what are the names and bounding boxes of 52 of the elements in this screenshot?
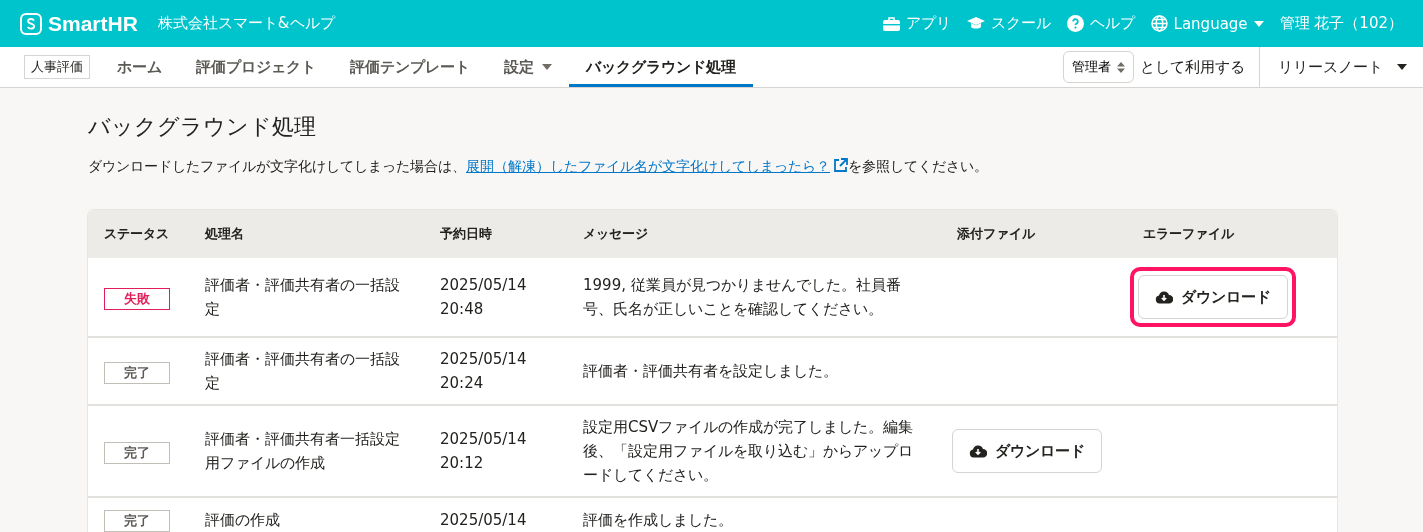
table-cell-text: 2025/05/14	[440, 429, 528, 450]
status-badge: 完了	[104, 510, 170, 532]
table-cell-text: 評価を作成しました。	[583, 509, 734, 531]
graduation-cap-icon	[966, 17, 985, 30]
table-cell-text: 1999, 従業員が見つかりませんでした。社員番号、氏名が正しいことを確認してください。	[583, 275, 902, 320]
download-button[interactable]: ダウンロード	[952, 429, 1102, 473]
company-name: 株式会社スマート&ヘルプ	[157, 14, 335, 33]
table-cell-text: 評価者・評価共有者の一括設定	[205, 275, 401, 320]
role-select[interactable]: 管理者	[1063, 51, 1134, 83]
table-cell-text: 評価者・評価共有者一括設定用ファイルの作成	[205, 429, 401, 474]
app-label: 人事評価	[24, 55, 90, 79]
column-header: 処理名	[205, 225, 245, 243]
column-header: メッセージ	[583, 225, 649, 243]
caret-icon	[1397, 64, 1407, 70]
table-cell-text: 20:12	[440, 453, 485, 474]
globe-icon	[1150, 15, 1168, 32]
table-cell-text: 評価者・評価共有者を設定しました。	[583, 361, 839, 382]
cloud-download-icon	[1155, 290, 1173, 304]
toolbox-icon	[882, 16, 900, 31]
help-icon	[1066, 15, 1084, 32]
table-cell-text: 評価の作成	[205, 509, 281, 531]
status-badge: 完了	[104, 361, 170, 384]
nav-tab[interactable]: 設定	[487, 47, 569, 87]
help-note: ダウンロードしたファイルが文字化けしてしまった場合は、展開（解凍）したファイル名が文字化けしてしまったら？ を参照してください。	[88, 158, 989, 176]
column-header: 添付ファイル	[957, 225, 1036, 243]
logo-text: SmartHR	[48, 11, 138, 36]
external-link-icon	[833, 158, 848, 173]
status-badge: 失敗	[104, 287, 170, 310]
nav-tab[interactable]: ホーム	[100, 47, 179, 87]
nav-tab[interactable]: 評価プロジェクト	[179, 47, 333, 87]
table-cell-text: 2025/05/14	[440, 509, 528, 531]
download-button[interactable]: ダウンロード	[1138, 275, 1288, 319]
status-badge: 完了	[104, 441, 170, 464]
table-cell-text: 設定用CSVファイルの作成が完了しました。編集後、「設定用ファイルを取り込む」からアップロードしてください。	[583, 417, 915, 486]
nav-tab[interactable]: バックグラウンド処理	[569, 47, 753, 87]
column-header: エラーファイル	[1143, 225, 1235, 243]
role-suffix-text: として利用する	[1140, 57, 1245, 77]
nav-tab[interactable]: 評価テンプレート	[333, 47, 487, 87]
page-title: バックグラウンド処理	[88, 113, 317, 141]
column-header: ステータス	[104, 225, 170, 243]
sort-icon	[1117, 61, 1125, 73]
cloud-download-icon	[969, 444, 987, 458]
column-header: 予約日時	[440, 225, 493, 243]
help-link[interactable]: 展開（解凍）したファイル名が文字化けしてしまったら？	[466, 158, 848, 174]
table-cell-text: 20:48	[440, 299, 485, 320]
release-notes-menu[interactable]: リリースノート	[1259, 47, 1423, 87]
table-cell-text: 20:24	[440, 373, 485, 394]
table-cell-text: 2025/05/14	[440, 275, 528, 296]
table-cell-text: 2025/05/14	[440, 349, 528, 370]
caret-icon	[1253, 20, 1264, 27]
table-cell-text: 評価者・評価共有者の一括設定	[205, 349, 401, 394]
logo-icon	[20, 12, 42, 35]
